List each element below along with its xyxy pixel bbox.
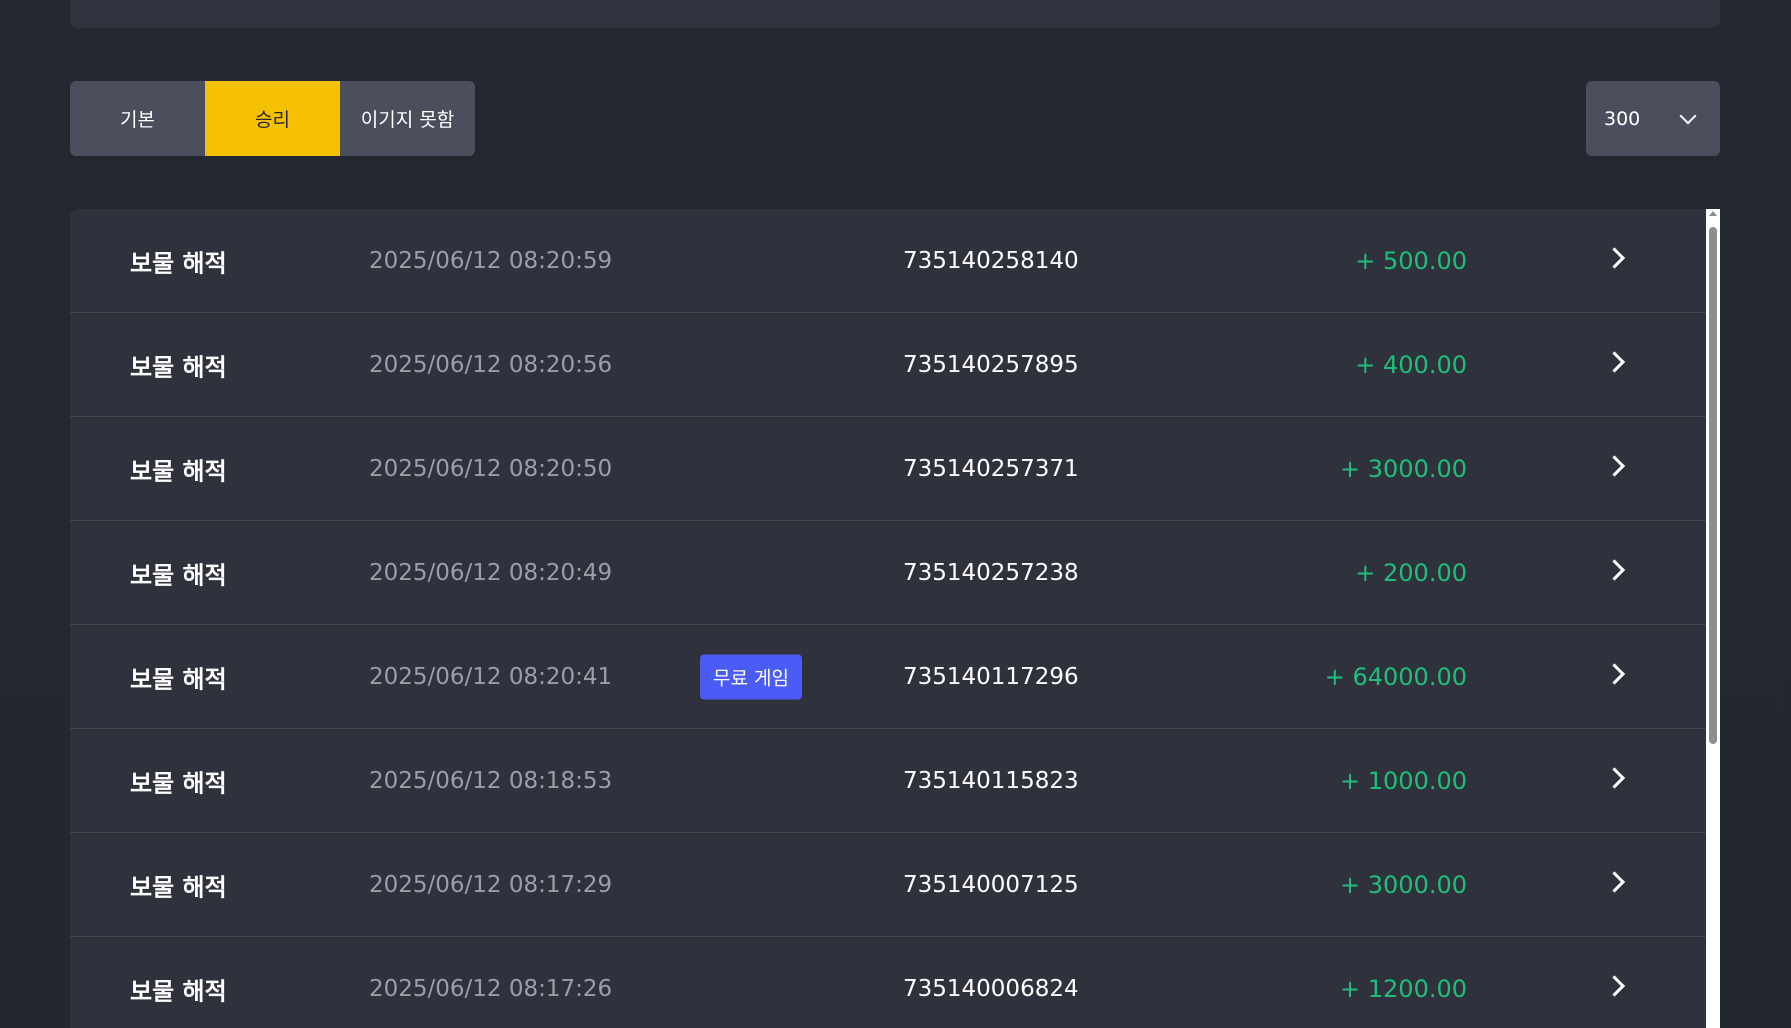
- chevron-right-icon[interactable]: [1603, 870, 1626, 893]
- chevron-right-icon[interactable]: [1603, 662, 1626, 685]
- record-count-value: 300: [1604, 107, 1641, 130]
- record-id: 735140257371: [903, 455, 1079, 482]
- record-id: 735140117296: [903, 663, 1079, 690]
- win-amount: + 400.00: [1355, 350, 1467, 379]
- chevron-right-icon[interactable]: [1603, 246, 1626, 269]
- record-row[interactable]: 보물 해적 2025/06/12 08:20:49 735140257238 + 20…: [70, 521, 1706, 625]
- filter-tabs: 기본 승리 이기지 못함: [70, 81, 475, 156]
- chevron-right-icon[interactable]: [1603, 454, 1626, 477]
- chevron-down-icon: [1679, 107, 1697, 124]
- record-count-select[interactable]: 300: [1586, 81, 1720, 156]
- game-name: 보물 해적: [130, 249, 227, 277]
- tab-no-win[interactable]: 이기지 못함: [340, 81, 475, 156]
- record-row[interactable]: 보물 해적 2025/06/12 08:20:41 무료 게임 73514011729…: [70, 625, 1706, 729]
- record-id: 735140007125: [903, 871, 1079, 898]
- chevron-right-icon[interactable]: [1603, 350, 1626, 373]
- game-name: 보물 해적: [130, 561, 227, 589]
- free-game-badge: 무료 게임: [700, 654, 802, 699]
- tab-default[interactable]: 기본: [70, 81, 205, 156]
- chevron-right-icon[interactable]: [1603, 558, 1626, 581]
- win-amount: + 1000.00: [1340, 766, 1467, 795]
- record-id: 735140115823: [903, 767, 1079, 794]
- record-row[interactable]: 보물 해적 2025/06/12 08:17:26 735140006824 + 12…: [70, 937, 1706, 1028]
- record-row[interactable]: 보물 해적 2025/06/12 08:20:56 735140257895 + 40…: [70, 313, 1706, 417]
- record-id: 735140258140: [903, 247, 1079, 274]
- record-time: 2025/06/12 08:20:56: [369, 351, 613, 378]
- record-row[interactable]: 보물 해적 2025/06/12 08:18:53 735140115823 + 10…: [70, 729, 1706, 833]
- scrollbar[interactable]: [1706, 209, 1720, 1028]
- tab-win[interactable]: 승리: [205, 81, 340, 156]
- top-panel: [70, 0, 1720, 28]
- record-list: 보물 해적 2025/06/12 08:20:59 735140258140 + 50…: [70, 209, 1706, 1028]
- record-id: 735140257895: [903, 351, 1079, 378]
- record-time: 2025/06/12 08:20:59: [369, 247, 613, 274]
- game-name: 보물 해적: [130, 977, 227, 1005]
- page: 기본 승리 이기지 못함 300 보물 해적 2025/06/12 08:20:5…: [0, 0, 1791, 1028]
- chevron-right-icon[interactable]: [1603, 766, 1626, 789]
- win-amount: + 200.00: [1355, 558, 1467, 587]
- record-row[interactable]: 보물 해적 2025/06/12 08:20:59 735140258140 + 50…: [70, 209, 1706, 313]
- game-name: 보물 해적: [130, 353, 227, 381]
- scroll-thumb[interactable]: [1709, 227, 1717, 744]
- record-id: 735140006824: [903, 975, 1079, 1002]
- record-id: 735140257238: [903, 559, 1079, 586]
- record-time: 2025/06/12 08:20:41: [369, 663, 613, 690]
- record-time: 2025/06/12 08:20:49: [369, 559, 613, 586]
- game-name: 보물 해적: [130, 769, 227, 797]
- win-amount: + 64000.00: [1324, 662, 1467, 691]
- game-name: 보물 해적: [130, 457, 227, 485]
- record-row[interactable]: 보물 해적 2025/06/12 08:20:50 735140257371 + 30…: [70, 417, 1706, 521]
- record-time: 2025/06/12 08:17:26: [369, 975, 613, 1002]
- record-time: 2025/06/12 08:17:29: [369, 871, 613, 898]
- win-amount: + 3000.00: [1340, 870, 1467, 899]
- scroll-up-arrow-icon[interactable]: [1709, 211, 1717, 216]
- record-time: 2025/06/12 08:20:50: [369, 455, 613, 482]
- game-name: 보물 해적: [130, 665, 227, 693]
- game-name: 보물 해적: [130, 873, 227, 901]
- win-amount: + 500.00: [1355, 246, 1467, 275]
- record-row[interactable]: 보물 해적 2025/06/12 08:17:29 735140007125 + 30…: [70, 833, 1706, 937]
- record-time: 2025/06/12 08:18:53: [369, 767, 613, 794]
- win-amount: + 1200.00: [1340, 974, 1467, 1003]
- chevron-right-icon[interactable]: [1603, 974, 1626, 997]
- win-amount: + 3000.00: [1340, 454, 1467, 483]
